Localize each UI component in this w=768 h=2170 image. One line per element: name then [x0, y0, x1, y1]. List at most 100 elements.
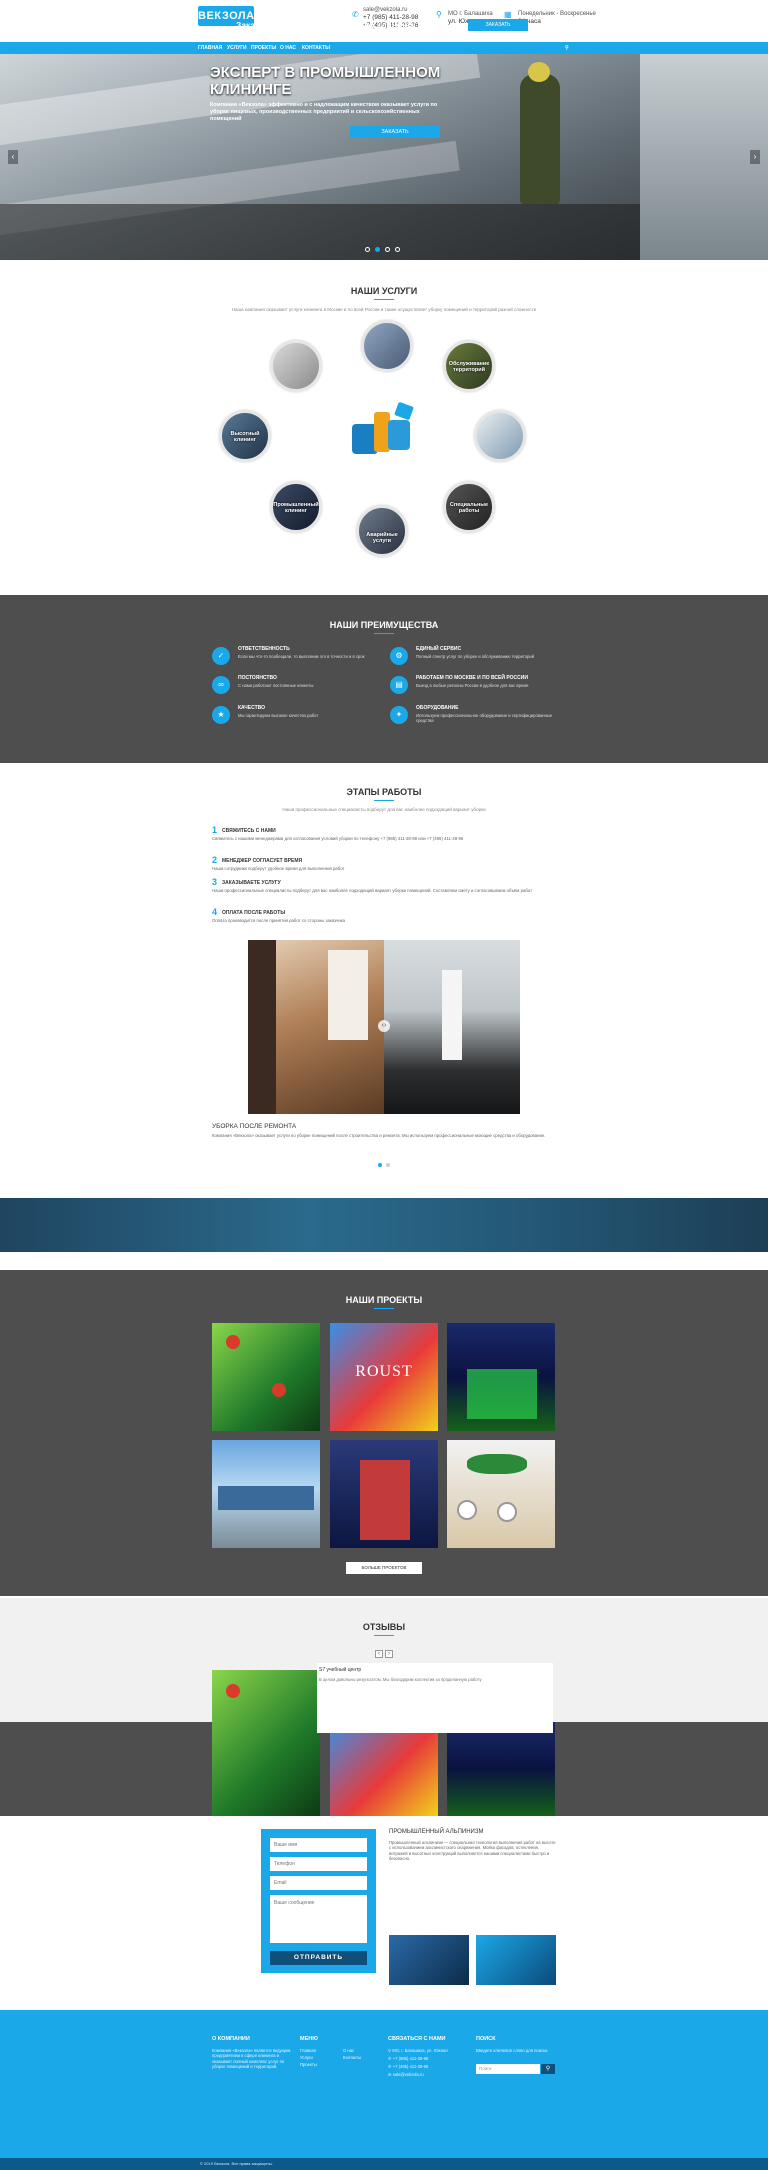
service-circle-special[interactable]	[474, 410, 526, 462]
footer-menu-projects[interactable]: Проекты	[300, 2062, 317, 2067]
stage-text-3: Наши профессиональные специалисты подбер…	[212, 888, 533, 893]
slide-title: УБОРКА ПОСЛЕ РЕМОНТА	[212, 1123, 297, 1130]
footer-menu-contacts[interactable]: Контакты	[343, 2055, 361, 2060]
hours-line-2: 24 часа	[518, 18, 541, 25]
footer	[0, 2010, 768, 2158]
submit-button[interactable]: ОТПРАВИТЬ	[270, 1951, 367, 1965]
review-bg-tile-3	[447, 1722, 555, 1816]
footer-about-title: О КОМПАНИИ	[212, 2036, 250, 2042]
reviews-title-underline	[374, 1635, 394, 1636]
nav-item-contacts[interactable]: КОНТАКТЫ	[302, 42, 330, 54]
header-hours: Понедельник - Воскресенье 24 часа	[518, 10, 596, 26]
hero-dot-1[interactable]	[365, 247, 370, 252]
review-bg-tile-2	[330, 1722, 438, 1816]
stage-title-2: МЕНЕДЖЕР СОГЛАСУЕТ ВРЕМЯ	[222, 858, 303, 864]
stage-number-3: 3	[212, 877, 218, 887]
footer-menu-home[interactable]: Главная	[300, 2048, 316, 2053]
footer-menu-about[interactable]: О нас	[343, 2048, 354, 2053]
name-field[interactable]	[270, 1838, 367, 1852]
stages-title: ЭТАПЫ РАБОТЫ	[346, 787, 422, 797]
service-territory[interactable]: Обслуживание территорий	[443, 340, 495, 392]
stage-number-2: 2	[212, 855, 218, 865]
adv-title-1: ОТВЕТСТВЕННОСТЬ	[238, 646, 290, 652]
email-field[interactable]	[270, 1876, 367, 1890]
service-industrial[interactable]: Промышленный клининг	[270, 481, 322, 533]
review-text: В целом довольны результатом. Мы благода…	[319, 1677, 482, 1682]
footer-menu-services[interactable]: Услуги	[300, 2055, 313, 2060]
footer-phone-2[interactable]: ✆ +7 (495) 411-28-96	[388, 2064, 428, 2069]
phone-field[interactable]	[270, 1857, 367, 1871]
gears-icon: ⚙	[390, 647, 408, 665]
hero-dot-4[interactable]	[395, 247, 400, 252]
cleaning-supplies-illustration	[344, 398, 424, 462]
calendar-icon: ▦	[504, 10, 512, 19]
nav-item-services[interactable]: УСЛУГИ	[227, 42, 247, 54]
stage-text-1: Свяжитесь с нашими менеджерами для согла…	[212, 836, 464, 841]
alpinism-photo-1	[389, 1935, 469, 1985]
nav-item-about[interactable]: О НАС	[280, 42, 296, 54]
footer-phone-1-text: +7 (985) 411-28-98	[392, 2056, 429, 2061]
stage-text-4: Оплата производится после принятия работ…	[212, 918, 346, 923]
hero-order-button[interactable]: ЗАКАЗАТЬ	[350, 126, 440, 138]
service-special-works[interactable]: Специальные работы	[443, 481, 495, 533]
project-tile-4[interactable]	[212, 1440, 320, 1548]
search-icon[interactable]: ⚲	[565, 42, 569, 54]
advantages-title: НАШИ ПРЕИМУЩЕСТВА	[329, 620, 439, 630]
handshake-icon: ∞	[212, 676, 230, 694]
stages-dot-1[interactable]	[378, 1163, 382, 1167]
footer-phone-1[interactable]: ✆ +7 (985) 411-28-98	[388, 2056, 428, 2061]
footer-search-icon[interactable]: ⚲	[541, 2064, 555, 2074]
stage-title-4: ОПЛАТА ПОСЛЕ РАБОТЫ	[222, 910, 286, 916]
reviews-next-button[interactable]: ›	[385, 1650, 393, 1658]
footer-address: ⚲ МО, г. Балашиха, ул. Южная	[388, 2048, 448, 2053]
reviews-prev-button[interactable]: ‹	[375, 1650, 383, 1658]
service-emergency[interactable]: Аварийные услуги	[356, 505, 408, 557]
project-tile-5[interactable]	[330, 1440, 438, 1548]
project-tile-2[interactable]: ROUST	[330, 1323, 438, 1431]
footer-search-input[interactable]: Поиск	[476, 2064, 540, 2074]
nav-item-projects[interactable]: ПРОЕКТЫ	[251, 42, 276, 54]
stage-title-1: СВЯЖИТЕСЬ С НАМИ	[222, 828, 276, 834]
review-author: S7 учебный центр	[319, 1667, 362, 1673]
project-tile-3[interactable]	[447, 1323, 555, 1431]
service-high-rise[interactable]: Высотный клининг	[219, 410, 271, 462]
footer-about-text: Компания «Векзола» является ведущим пред…	[212, 2048, 291, 2069]
location-icon: ⚲	[436, 10, 442, 19]
service-circle-1[interactable]	[361, 320, 413, 372]
footer-email[interactable]: ✉ sale@vekzola.ru	[388, 2072, 424, 2077]
stage-number-4: 4	[212, 907, 218, 917]
address-line-1: МО г. Балашиха	[448, 11, 493, 17]
copyright-text: © 2019 Векзола. Все права защищены.	[200, 2161, 273, 2166]
adv-title-4: РАБОТАЕМ ПО МОСКВЕ И ПО ВСЕЙ РОССИИ	[416, 675, 528, 681]
project-tile-1[interactable]	[212, 1323, 320, 1431]
all-projects-button[interactable]: БОЛЬШЕ ПРОЕКТОВ	[346, 1562, 422, 1574]
footer-search-title: ПОИСК	[476, 2036, 496, 2042]
advantages-title-underline	[374, 633, 394, 634]
nav-item-home[interactable]: ГЛАВНАЯ	[198, 42, 222, 54]
project-tile-6[interactable]	[447, 1440, 555, 1548]
consult-order-button[interactable]: ЗАКАЗАТЬ	[468, 19, 528, 31]
header-email[interactable]: sale@vekzola.ru	[363, 6, 418, 14]
hero-prev-arrow[interactable]: ‹	[8, 150, 18, 164]
service-circle-3[interactable]	[270, 340, 322, 392]
hours-line-1: Понедельник - Воскресенье	[518, 11, 596, 17]
stages-dot-2[interactable]	[386, 1163, 390, 1167]
main-nav: ГЛАВНАЯ УСЛУГИ ПРОЕКТЫ О НАС КОНТАКТЫ ⚲	[0, 42, 768, 54]
hero-next-arrow[interactable]: ›	[750, 150, 760, 164]
adv-text-2: Полный спектр услуг по уборке и обслужив…	[416, 654, 535, 659]
review-card: S7 учебный центр В целом довольны резуль…	[317, 1663, 553, 1733]
footer-phone-2-text: +7 (495) 411-28-96	[392, 2064, 429, 2069]
hero-dot-2[interactable]	[375, 247, 380, 252]
thumbs-up-icon: ✓	[212, 647, 230, 665]
stages-title-underline	[374, 800, 394, 801]
message-field[interactable]	[270, 1895, 367, 1943]
adv-title-2: ЕДИНЫЙ СЕРВИС	[416, 646, 462, 652]
alpinism-title: ПРОМЫШЛЕННЫЙ АЛЬПИНИЗМ	[389, 1829, 484, 1835]
review-image	[212, 1670, 320, 1816]
stage-number-1: 1	[212, 825, 218, 835]
consult-text: Закажите у нас консультацию по клинингу	[236, 20, 416, 30]
hero-dot-3[interactable]	[385, 247, 390, 252]
before-after-handle[interactable]: ‹›	[378, 1020, 390, 1032]
consult-banner	[0, 1198, 768, 1252]
equipment-icon: ✦	[390, 706, 408, 724]
